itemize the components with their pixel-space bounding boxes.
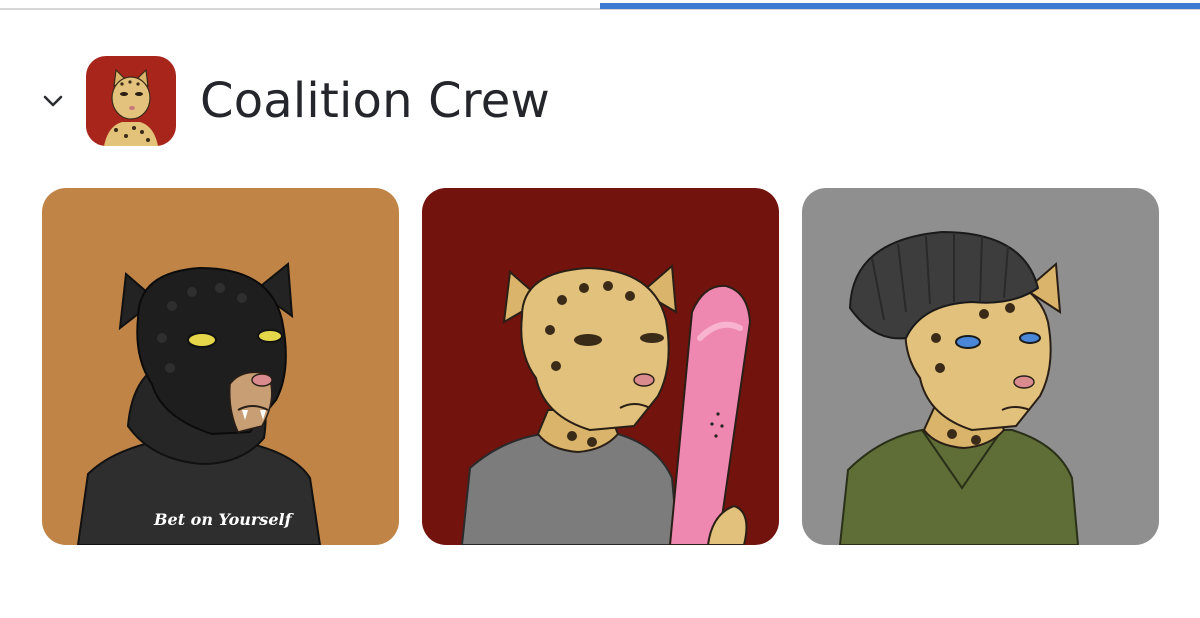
- collection-avatar[interactable]: [86, 56, 176, 146]
- nft-image-panther: Bet on Yourself: [42, 188, 399, 545]
- nft-image-cheetah-beanie: [802, 188, 1159, 545]
- nft-grid: Bet on Yourself: [42, 188, 1159, 545]
- loading-progress-bar: [0, 0, 1200, 10]
- nft-card[interactable]: [802, 188, 1159, 545]
- nft-image-cheetah-snowboard: [422, 188, 779, 545]
- chevron-down-icon[interactable]: [38, 86, 68, 116]
- nft-card[interactable]: [422, 188, 779, 545]
- progress-fill: [600, 3, 1200, 9]
- collection-title: Coalition Crew: [200, 73, 550, 129]
- collection-header: Coalition Crew: [38, 56, 550, 146]
- nft-card[interactable]: Bet on Yourself: [42, 188, 399, 545]
- hoodie-text: Bet on Yourself: [153, 510, 295, 529]
